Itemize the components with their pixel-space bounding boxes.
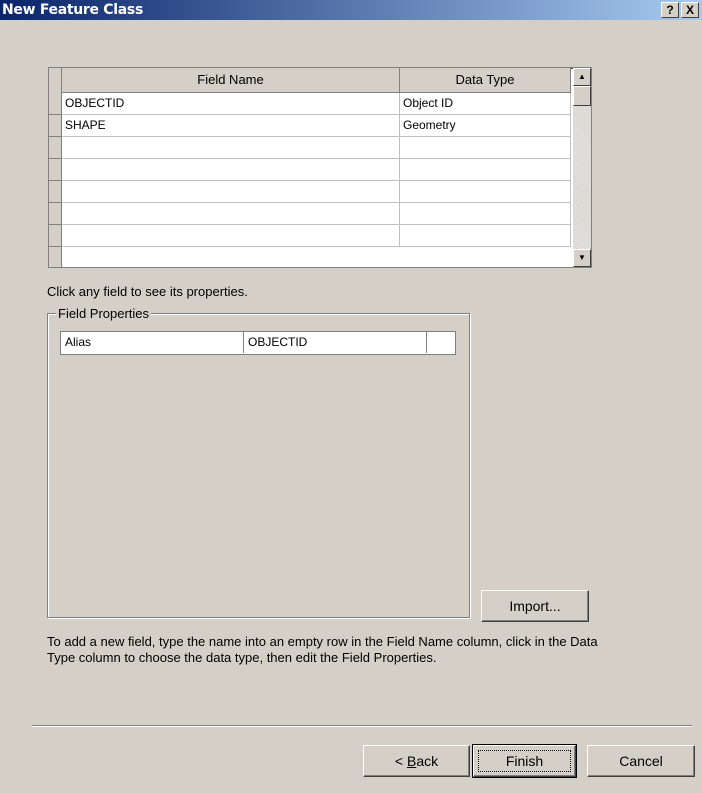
data-type-cell[interactable]: Object ID <box>400 93 571 115</box>
field-name-cell[interactable] <box>62 137 400 159</box>
field-properties-group <box>47 313 470 618</box>
data-type-cell[interactable] <box>400 181 571 203</box>
field-name-cell[interactable] <box>62 159 400 181</box>
data-type-cell[interactable] <box>400 159 571 181</box>
window-title: New Feature Class <box>2 2 143 18</box>
scroll-up-button[interactable]: ▲ <box>573 68 591 86</box>
field-name-cell[interactable]: SHAPE <box>62 115 400 137</box>
finish-button[interactable]: Finish <box>472 744 577 778</box>
fields-grid[interactable]: Field Name Data Type OBJECTID Object ID SH… <box>48 67 592 268</box>
row-selector[interactable] <box>49 159 62 181</box>
row-selector[interactable] <box>49 115 62 137</box>
instructions-text: To add a new field, type the name into a… <box>47 634 598 665</box>
table-row[interactable] <box>49 181 571 203</box>
title-bar: New Feature Class ? X <box>0 0 702 20</box>
column-header-field-name[interactable]: Field Name <box>62 68 400 93</box>
column-header-data-type[interactable]: Data Type <box>400 68 571 93</box>
help-button[interactable]: ? <box>661 2 679 18</box>
table-row[interactable]: SHAPE Geometry <box>49 115 571 137</box>
separator <box>32 725 692 727</box>
scroll-thumb[interactable] <box>573 86 591 106</box>
properties-table[interactable]: Alias OBJECTID <box>60 331 456 355</box>
property-name: Alias <box>61 332 244 353</box>
data-type-cell[interactable] <box>400 225 571 247</box>
import-button[interactable]: Import... <box>481 590 589 622</box>
cancel-button[interactable]: Cancel <box>587 745 695 777</box>
data-type-cell[interactable] <box>400 137 571 159</box>
field-name-cell[interactable] <box>62 203 400 225</box>
grid-vertical-scrollbar[interactable]: ▲ ▼ <box>573 68 591 267</box>
table-row[interactable] <box>49 225 571 247</box>
focus-rect <box>478 750 571 772</box>
row-selector[interactable] <box>49 93 62 115</box>
row-selector[interactable] <box>49 137 62 159</box>
row-selector[interactable] <box>49 203 62 225</box>
field-properties-label: Field Properties <box>56 306 152 321</box>
field-name-cell[interactable] <box>62 181 400 203</box>
data-type-cell[interactable]: Geometry <box>400 115 571 137</box>
table-row[interactable]: OBJECTID Object ID <box>49 93 571 115</box>
scroll-down-button[interactable]: ▼ <box>573 249 591 267</box>
row-selector[interactable] <box>49 181 62 203</box>
back-button[interactable]: < Back <box>363 745 470 777</box>
table-row[interactable] <box>49 137 571 159</box>
field-name-cell[interactable]: OBJECTID <box>62 93 400 115</box>
table-row[interactable] <box>49 203 571 225</box>
property-value[interactable]: OBJECTID <box>244 332 427 353</box>
hint-text: Click any field to see its properties. <box>47 284 248 299</box>
row-selector[interactable] <box>49 225 62 247</box>
back-button-label: < Back <box>394 753 439 769</box>
close-button[interactable]: X <box>681 2 699 18</box>
data-type-cell[interactable] <box>400 203 571 225</box>
field-name-cell[interactable] <box>62 225 400 247</box>
table-row[interactable] <box>49 159 571 181</box>
